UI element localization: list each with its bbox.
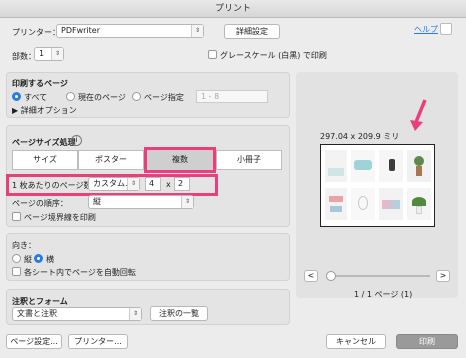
details-disclosure[interactable]: ▶ 詳細オプション [12,105,77,116]
stepper-icon: ⇕ [51,48,63,60]
rows-input[interactable]: 2 [174,177,190,191]
tab-booklet[interactable]: 小冊子 [216,150,282,170]
pink-arrow-icon [410,99,427,131]
portrait-radio[interactable] [12,254,21,263]
annotations-value: 文書と注釈 [17,309,57,318]
chevron-updown-icon: ⇕ [127,178,139,190]
thumbnail-6 [351,188,375,220]
print-button[interactable]: 印刷 [396,334,458,349]
grayscale-label: グレースケール (白黒) で印刷 [220,51,327,60]
order-select[interactable]: 縦 ⇕ [88,195,194,209]
copies-label: 部数： [12,52,36,61]
border-checkbox[interactable] [12,212,21,221]
page-slider[interactable] [326,271,430,281]
chevron-updown-icon: ⇕ [181,196,193,208]
thumbnail-7 [379,188,403,220]
auto-rotate-label: 各シート内でページを自動回転 [24,268,136,277]
printer-select[interactable]: PDFwriter ⇕ [56,24,204,38]
pages-current-label: 現在のページ [78,93,126,102]
copies-value: 1 [39,49,45,58]
info-icon[interactable]: i [71,135,82,146]
order-label: ページの順序： [12,199,68,208]
window-title: プリント [0,0,466,18]
printer-settings-button[interactable]: 詳細設定 [224,24,280,39]
thumbnail-1 [325,150,347,182]
printer-select-value: PDFwriter [61,26,100,35]
page-preview [320,144,435,227]
pages-all-radio[interactable] [12,92,21,101]
thumbnail-2 [351,150,375,182]
landscape-label: 横 [46,255,54,264]
pages-current-radio[interactable] [66,92,75,101]
landscape-radio[interactable] [34,254,43,263]
printer-label: プリンター： [12,28,60,37]
next-page-button[interactable]: > [436,270,450,282]
copies-stepper[interactable]: 1 ⇕ [34,47,64,61]
columns-input[interactable]: 4 [145,177,161,191]
paper-dimensions: 297.04 x 209.9 ミリ [320,132,400,141]
pages-range-input[interactable]: 1 - 8 [196,90,268,103]
page-status: 1 / 1 ページ (1) [354,290,413,299]
times-label: x [166,180,171,189]
help-link[interactable]: ヘルプ [414,24,438,35]
orientation-heading: 向き： [12,241,36,250]
pages-heading: 印刷するページ [12,79,68,88]
per-sheet-select[interactable]: カスタム... ⇕ [88,177,140,191]
portrait-label: 縦 [24,255,32,264]
annotations-select[interactable]: 文書と注釈 ⇕ [12,307,142,321]
page-setup-button[interactable]: ページ設定... [6,334,62,349]
printer-button[interactable]: プリンター... [68,334,128,349]
sizing-heading: ページサイズ処理 [12,138,76,147]
pages-range-label: ページ指定 [144,93,184,102]
thumbnail-3 [379,150,403,182]
tab-multiple[interactable]: 複数 [144,147,216,173]
border-label: ページ境界線を印刷 [24,213,96,222]
tab-poster[interactable]: ポスター [78,150,144,170]
annotations-heading: 注釈とフォーム [12,297,68,306]
chevron-updown-icon: ⇕ [129,308,141,320]
auto-rotate-checkbox[interactable] [12,267,21,276]
slider-knob[interactable] [326,271,336,281]
pages-range-radio[interactable] [132,92,141,101]
thumbnail-8 [407,188,431,220]
thumbnail-4 [407,150,431,182]
chevron-updown-icon: ⇕ [191,25,203,37]
annotations-summary-button[interactable]: 注釈の一覧 [150,306,208,321]
prev-page-button[interactable]: < [304,270,318,282]
grayscale-checkbox[interactable] [208,50,217,59]
pages-all-label: すべて [24,93,48,102]
sidebar-toggle-icon[interactable] [440,23,452,35]
cancel-button[interactable]: キャンセル [326,334,386,349]
details-label: 詳細オプション [20,106,77,115]
order-value: 縦 [93,197,101,206]
per-sheet-label: 1 枚あたりのページ数： [12,181,100,190]
tab-size[interactable]: サイズ [12,150,78,170]
thumbnail-5 [325,188,347,220]
